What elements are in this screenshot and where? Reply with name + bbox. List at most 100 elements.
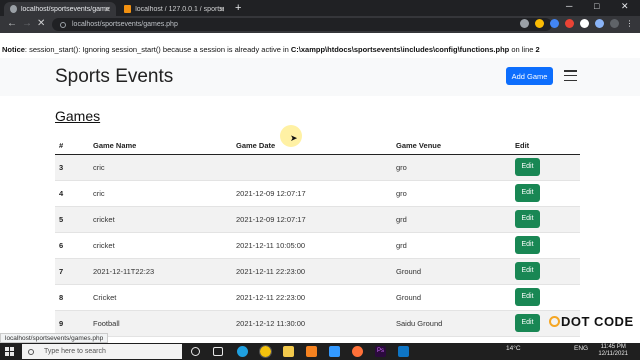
add-game-button[interactable]: Add Game bbox=[506, 67, 553, 85]
row-game-date bbox=[232, 154, 392, 181]
chrome-icon[interactable] bbox=[259, 345, 272, 358]
edit-button[interactable]: Edit bbox=[515, 158, 540, 176]
more-menu-icon[interactable]: ⋮ bbox=[625, 19, 634, 28]
header-game-venue: Game Venue bbox=[392, 137, 511, 155]
extension-icon[interactable] bbox=[565, 19, 574, 28]
row-id: 8 bbox=[55, 284, 89, 311]
row-edit-cell: Edit bbox=[511, 232, 580, 259]
table-row: 3 cric gro Edit bbox=[55, 154, 580, 181]
firefox-icon[interactable] bbox=[352, 346, 363, 357]
row-game-date: 2021-12-11 10:05:00 bbox=[232, 232, 392, 259]
row-game-venue: Ground bbox=[392, 258, 511, 285]
extensions-puzzle-icon[interactable] bbox=[595, 19, 604, 28]
site-info-icon[interactable] bbox=[60, 21, 66, 28]
row-game-name: cricket bbox=[89, 232, 232, 259]
edit-button[interactable]: Edit bbox=[515, 184, 540, 202]
brand-title[interactable]: Sports Events bbox=[55, 66, 173, 88]
edit-button[interactable]: Edit bbox=[515, 236, 540, 254]
edge-icon[interactable] bbox=[237, 346, 248, 357]
row-id: 4 bbox=[55, 180, 89, 207]
new-tab-icon[interactable]: + bbox=[235, 2, 241, 14]
row-game-venue: grd bbox=[392, 206, 511, 233]
link-status-bar: localhost/sportsevents/games.php bbox=[0, 333, 109, 343]
row-id: 5 bbox=[55, 206, 89, 233]
row-game-name: cric bbox=[89, 180, 232, 207]
table-row: 5 cricket 2021-12-09 12:07:17 grd Edit bbox=[55, 206, 580, 233]
watermark-text: DOT CODE bbox=[561, 314, 634, 329]
browser-toolbar: ← → ✕ localhost/sportsevents/games.php ⋮ bbox=[0, 16, 640, 33]
row-game-date: 2021-12-09 12:07:17 bbox=[232, 206, 392, 233]
row-edit-cell: Edit bbox=[511, 284, 580, 311]
url-text: localhost/sportsevents/games.php bbox=[72, 21, 178, 28]
dotcode-watermark-logo: DOT CODE bbox=[549, 314, 634, 329]
premiere-icon[interactable]: Ps bbox=[375, 346, 386, 357]
edit-button[interactable]: Edit bbox=[515, 262, 540, 280]
row-id: 6 bbox=[55, 232, 89, 259]
file-explorer-icon[interactable] bbox=[283, 346, 294, 357]
row-edit-cell: Edit bbox=[511, 154, 580, 181]
row-game-date: 2021-12-11 22:23:00 bbox=[232, 258, 392, 285]
notice-line: 2 bbox=[535, 45, 540, 54]
task-view-icon[interactable] bbox=[213, 347, 223, 356]
stop-loading-icon[interactable]: ✕ bbox=[37, 18, 45, 29]
edit-button[interactable]: Edit bbox=[515, 210, 540, 228]
search-icon bbox=[28, 348, 34, 355]
row-game-venue: gro bbox=[392, 154, 511, 181]
vscode-icon[interactable] bbox=[398, 346, 409, 357]
browser-tab-phpmyadmin[interactable]: localhost / 127.0.0.1 / sportseve ✕ bbox=[118, 2, 230, 16]
forward-icon[interactable]: → bbox=[22, 18, 32, 29]
header-game-date: Game Date bbox=[232, 137, 392, 155]
row-game-venue: gro bbox=[392, 180, 511, 207]
weather-text[interactable]: 14°C bbox=[506, 345, 521, 352]
profile-avatar[interactable] bbox=[610, 19, 619, 28]
edit-button[interactable]: Edit bbox=[515, 314, 540, 332]
table-row: 9 Football 2021-12-12 11:30:00 Saidu Gro… bbox=[55, 310, 580, 337]
row-id: 3 bbox=[55, 154, 89, 181]
row-game-name: cricket bbox=[89, 206, 232, 233]
header-id: # bbox=[55, 137, 89, 155]
extension-icon[interactable] bbox=[580, 19, 589, 28]
language-indicator[interactable]: ENG bbox=[574, 345, 588, 352]
logo-ring-icon bbox=[549, 316, 560, 327]
browser-tab-games[interactable]: localhost/sportsevents/games.ph ✕ bbox=[4, 2, 116, 16]
mouse-pointer-icon: ➤ bbox=[290, 133, 298, 143]
phpmyadmin-favicon-icon bbox=[124, 5, 132, 13]
tab-title: localhost/sportsevents/games.ph bbox=[20, 5, 110, 13]
notice-online: on line bbox=[509, 45, 536, 54]
bookmark-star-icon[interactable] bbox=[535, 19, 544, 28]
windows-start-icon[interactable] bbox=[5, 347, 14, 356]
notice-label: Notice bbox=[2, 45, 25, 54]
edit-button[interactable]: Edit bbox=[515, 288, 540, 306]
table-row: 6 cricket 2021-12-11 10:05:00 grd Edit bbox=[55, 232, 580, 259]
header-game-name: Game Name bbox=[89, 137, 232, 155]
row-game-name: 2021-12-11T22:23 bbox=[89, 258, 232, 285]
row-game-date: 2021-12-09 12:07:17 bbox=[232, 180, 392, 207]
cortana-icon[interactable] bbox=[191, 347, 200, 356]
close-tab-icon[interactable]: ✕ bbox=[104, 5, 111, 14]
close-tab-icon[interactable]: ✕ bbox=[218, 5, 225, 14]
clock-time: 11:45 PM bbox=[600, 344, 626, 350]
page-favicon-icon bbox=[10, 5, 17, 13]
row-game-venue: Ground bbox=[392, 284, 511, 311]
row-edit-cell: Edit bbox=[511, 258, 580, 285]
row-game-date: 2021-12-12 11:30:00 bbox=[232, 310, 392, 337]
minimize-icon[interactable]: ─ bbox=[566, 1, 572, 11]
address-bar[interactable]: localhost/sportsevents/games.php bbox=[52, 18, 552, 31]
close-window-icon[interactable]: ✕ bbox=[621, 1, 629, 12]
share-icon[interactable] bbox=[520, 19, 529, 28]
extension-icon[interactable] bbox=[550, 19, 559, 28]
games-table: # Game Name Game Date Game Venue Edit 3 … bbox=[55, 137, 580, 337]
xampp-icon[interactable] bbox=[306, 346, 317, 357]
row-game-name: Football bbox=[89, 310, 232, 337]
app-icon[interactable] bbox=[329, 346, 340, 357]
maximize-icon[interactable]: □ bbox=[594, 1, 599, 11]
search-placeholder: Type here to search bbox=[44, 348, 106, 355]
row-game-date: 2021-12-11 22:23:00 bbox=[232, 284, 392, 311]
table-row: 8 Cricket 2021-12-11 22:23:00 Ground Edi… bbox=[55, 284, 580, 311]
taskbar-clock[interactable]: 11:45 PM 12/11/2021 bbox=[598, 344, 628, 358]
windows-taskbar: Type here to search Ps 14°C ENG 11:45 PM… bbox=[0, 343, 640, 360]
hamburger-menu-icon[interactable] bbox=[564, 70, 577, 81]
back-icon[interactable]: ← bbox=[7, 18, 17, 29]
row-game-venue: grd bbox=[392, 232, 511, 259]
taskbar-search-input[interactable]: Type here to search bbox=[22, 344, 182, 359]
